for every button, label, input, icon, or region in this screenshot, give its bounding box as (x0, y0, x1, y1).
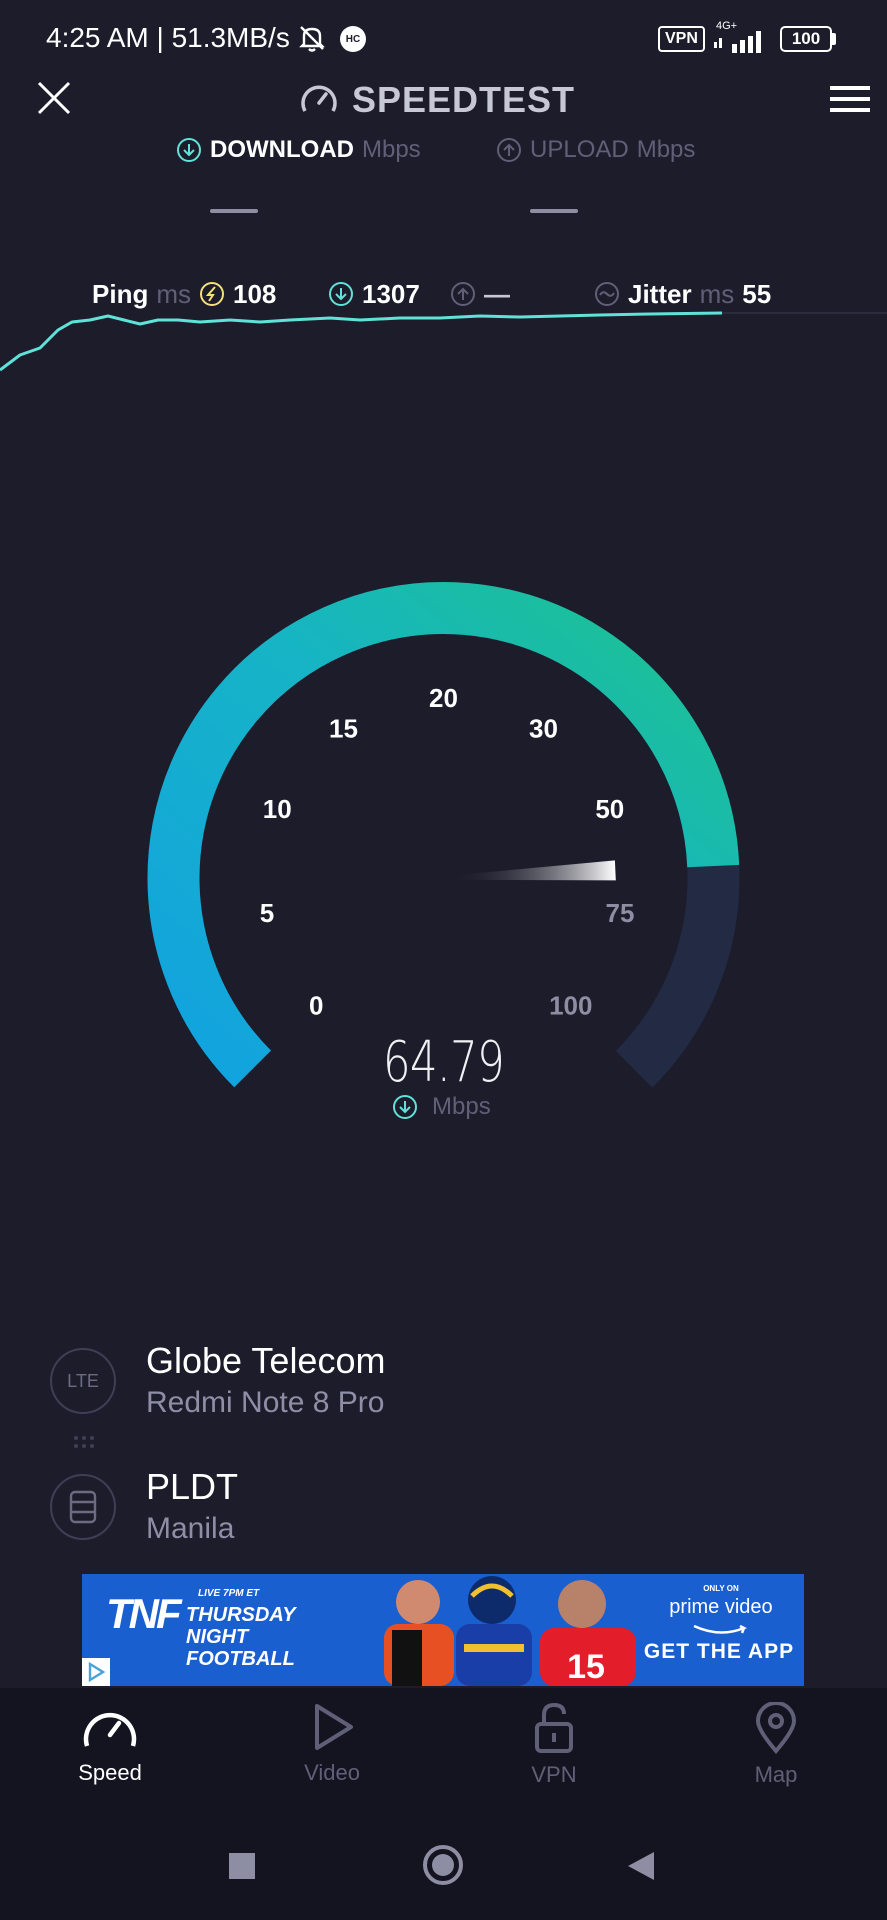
device-name: Redmi Note 8 Pro (146, 1386, 385, 1419)
server-info[interactable]: PLDT Manila (50, 1462, 238, 1552)
download-label: DOWNLOAD Mbps (176, 134, 421, 166)
nav-speed-label: Speed (78, 1760, 142, 1785)
hamburger-menu-icon[interactable] (830, 84, 870, 114)
current-speed-unit: Mbps (392, 1092, 491, 1122)
nav-map[interactable]: Map (696, 1688, 856, 1800)
close-icon[interactable] (36, 80, 72, 116)
upload-value-placeholder (530, 209, 578, 213)
battery-tip (832, 33, 836, 45)
speedometer-icon (301, 85, 337, 112)
upload-label: UPLOAD Mbps (496, 134, 695, 166)
gauge-tick-label: 30 (529, 713, 558, 743)
upload-title: UPLOAD (530, 136, 629, 163)
speed-unit-label: Mbps (432, 1093, 491, 1120)
prime-smile-icon (693, 1624, 748, 1634)
ad-headline: THURSDAY NIGHT FOOTBALL (186, 1604, 296, 1670)
battery-indicator: 100 (780, 26, 832, 52)
status-bar: 4:25 AM | 51.3MB/s HC VPN 4G+ 100 (0, 0, 887, 70)
ad-players-image: 15 (372, 1574, 642, 1686)
gauge-tick-label: 5 (260, 898, 274, 928)
nav-speed[interactable]: Speed (30, 1688, 190, 1800)
lte-icon: LTE (50, 1348, 116, 1414)
gauge-tick-label: 75 (606, 898, 635, 928)
ad-live-time: LIVE 7PM ET (198, 1588, 260, 1599)
recents-icon[interactable] (228, 1852, 256, 1880)
signal-strength-icon (714, 31, 761, 53)
upload-unit: Mbps (636, 136, 696, 163)
gauge-tick-label: 100 (549, 990, 592, 1020)
nav-vpn-label: VPN (531, 1762, 577, 1787)
home-icon[interactable] (422, 1844, 464, 1886)
server-location: Manila (146, 1512, 235, 1545)
server-icon (50, 1474, 116, 1540)
download-arrow-icon (177, 138, 201, 162)
current-speed-value: 64.79 (382, 1030, 505, 1095)
ad-get-app-button[interactable]: GET THE APP (634, 1640, 804, 1664)
gauge-tick-labels: 0 5 10 15 20 30 50 75 100 (260, 683, 635, 1020)
download-arrow-icon (393, 1095, 417, 1119)
system-navigation (0, 1800, 887, 1920)
download-title: DOWNLOAD (210, 136, 354, 163)
status-time: 4:25 AM | 51.3MB/s (46, 22, 290, 53)
ad-choices-icon[interactable] (82, 1658, 110, 1686)
play-icon (315, 1704, 353, 1750)
gauge-tick-label: 0 (309, 990, 323, 1020)
speedtest-logo: SPEEDTEST (300, 79, 576, 120)
vpn-status-badge: VPN (658, 26, 705, 52)
bell-off-icon (299, 26, 325, 52)
nav-video[interactable]: Video (252, 1688, 412, 1800)
connector-dots (74, 1436, 94, 1448)
gauge-progress-arc (147, 582, 740, 1088)
gauge-tick-label: 50 (595, 794, 624, 824)
provider-info[interactable]: LTE Globe Telecom Redmi Note 8 Pro (50, 1336, 385, 1426)
provider-name: Globe Telecom (146, 1340, 386, 1381)
hc-badge: HC (340, 26, 366, 52)
back-icon[interactable] (626, 1850, 656, 1882)
map-pin-icon (755, 1702, 797, 1754)
nav-video-label: Video (304, 1760, 360, 1785)
svg-text:15: 15 (567, 1648, 605, 1686)
gauge-tick-label: 20 (429, 683, 458, 713)
gauge-needle (449, 860, 616, 881)
unlock-icon (535, 1702, 573, 1753)
bottom-navigation: Speed Video VPN Map (0, 1688, 887, 1800)
upload-arrow-icon (497, 138, 521, 162)
ad-only-on: ONLY ON (703, 1584, 739, 1593)
ad-banner[interactable]: LIVE 7PM ET TNF THURSDAY NIGHT FOOTBALL … (82, 1574, 804, 1686)
gauge-tick-label: 15 (329, 713, 358, 743)
speedometer-icon (83, 1712, 137, 1747)
ad-prime-video-logo: prime video (669, 1596, 773, 1618)
server-name: PLDT (146, 1466, 239, 1507)
nav-map-label: Map (754, 1762, 798, 1787)
gauge-tick-label: 10 (263, 794, 292, 824)
nav-vpn[interactable]: VPN (474, 1688, 634, 1800)
download-value-placeholder (210, 209, 258, 213)
ad-tnf-logo: TNF (106, 1590, 182, 1637)
speed-graph-line (0, 311, 887, 372)
app-title: SPEEDTEST (352, 79, 576, 120)
download-unit: Mbps (361, 136, 421, 163)
